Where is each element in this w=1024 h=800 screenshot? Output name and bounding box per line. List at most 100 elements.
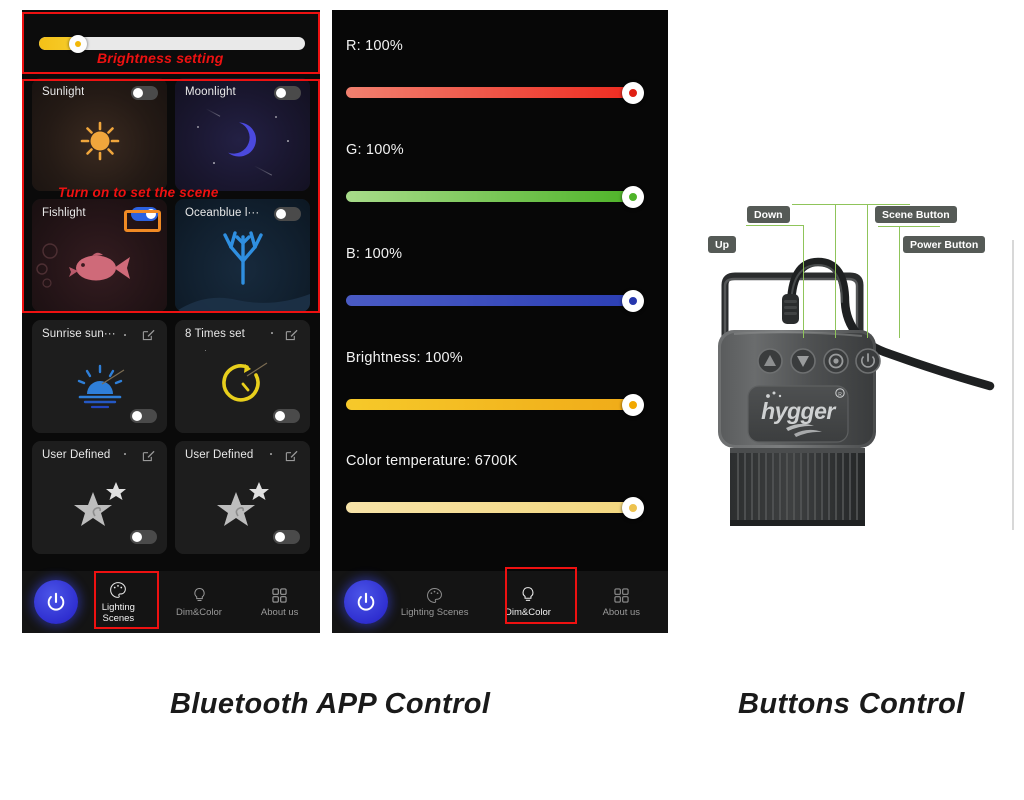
caption-buttons-control: Buttons Control — [738, 688, 965, 720]
scene-toggle-fishlight[interactable] — [131, 207, 158, 221]
edit-icon[interactable] — [142, 328, 155, 346]
toggle-knob — [131, 410, 143, 422]
scene-toggle-sunlight[interactable] — [131, 86, 158, 100]
scene-card-title: Fishlight — [42, 207, 86, 219]
card-row: Sunlight Moonlight — [22, 78, 320, 199]
star-icon — [32, 475, 167, 533]
scene-card-user-defined-1[interactable]: User Defined — [32, 441, 167, 554]
thumb-dot — [629, 297, 637, 305]
toggle-knob — [132, 87, 144, 99]
scene-card-fishlight[interactable]: Fishlight — [32, 199, 167, 312]
leader-power — [878, 226, 940, 228]
bottom-navigation-bar: Lighting Scenes Dim&Color About us — [22, 571, 320, 633]
card-row: Fishlight Oceanblue l··· — [22, 199, 320, 320]
nav-item-dim-color[interactable]: Dim&Color — [481, 571, 574, 633]
palette-icon — [427, 587, 443, 603]
scene-card-title: Sunlight — [42, 86, 85, 98]
scene-toggle-user-defined-2[interactable] — [273, 530, 300, 544]
slider-thumb-red[interactable] — [622, 82, 644, 104]
callout-up: Up — [708, 236, 736, 253]
slider-brightness[interactable] — [346, 399, 634, 410]
slider-thumb-blue[interactable] — [622, 290, 644, 312]
nav-item-label: Lighting Scenes — [101, 601, 135, 624]
nav-item-about-us[interactable]: About us — [575, 571, 668, 633]
scene-toggle-sunrise-sunset[interactable] — [130, 409, 157, 423]
scene-toggle-moonlight[interactable] — [274, 86, 301, 100]
toggle-knob — [274, 531, 286, 543]
toggle-knob — [145, 208, 157, 220]
nav-item-label: Lighting Scenes — [400, 606, 469, 618]
callout-down: Down — [747, 206, 790, 223]
nav-item-dim-color[interactable]: Dim&Color — [159, 571, 240, 633]
slider-label-blue: B: 100% — [346, 246, 403, 262]
moon-icon — [175, 112, 310, 170]
nav-item-label: Dim&Color — [176, 606, 222, 618]
toggle-knob — [274, 410, 286, 422]
slider-label-brightness: Brightness: 100% — [346, 350, 463, 366]
sun-icon — [32, 112, 167, 170]
slider-color-temperature[interactable] — [346, 502, 634, 513]
scene-card-title: Sunrise sun··· — [42, 328, 116, 340]
power-icon[interactable] — [34, 580, 78, 624]
star-icon — [175, 475, 310, 533]
scene-card-user-defined-2[interactable]: User Defined — [175, 441, 310, 554]
slider-thumb-brightness[interactable] — [622, 394, 644, 416]
power-icon[interactable] — [344, 580, 388, 624]
leader-power-v — [899, 226, 901, 338]
star-dot — [270, 453, 272, 455]
scene-card-sunrise-sunset[interactable]: Sunrise sun··· — [32, 320, 167, 433]
scene-toggle-oceanblue[interactable] — [274, 207, 301, 221]
sunrise-icon — [32, 358, 167, 416]
bottom-navigation-bar: Lighting Scenes Dim&Color About us — [332, 571, 668, 633]
edit-icon[interactable] — [142, 449, 155, 467]
nav-item-lighting-scenes[interactable]: Lighting Scenes — [388, 571, 481, 633]
slider-thumb-green[interactable] — [622, 186, 644, 208]
brightness-slider-thumb[interactable] — [69, 35, 87, 53]
grid-icon — [614, 587, 629, 603]
scene-card-grid: Sunlight Moonlight Fishlight Oceanblue l… — [22, 78, 320, 562]
nav-item-about-us[interactable]: About us — [239, 571, 320, 633]
star-dot — [124, 334, 126, 336]
slider-thumb-color-temperature[interactable] — [622, 497, 644, 519]
toggle-knob — [275, 208, 287, 220]
toggle-knob — [131, 531, 143, 543]
scene-card-title: 8 Times set — [185, 328, 245, 340]
slider-blue[interactable] — [346, 295, 634, 306]
nav-item-label: About us — [260, 606, 299, 618]
card-row: Sunrise sun··· 8 Times set — [22, 320, 320, 441]
timer-icon — [175, 354, 310, 412]
coral-icon — [175, 225, 310, 287]
leader-up-v — [803, 225, 805, 338]
slider-red[interactable] — [346, 87, 634, 98]
app-screen-lighting-scenes: Sunlight Moonlight Fishlight Oceanblue l… — [22, 10, 320, 633]
thumb-dot — [629, 401, 637, 409]
slider-label-color-temperature: Color temperature: 6700K — [346, 453, 518, 469]
fish-icon — [32, 239, 167, 297]
nav-item-label: About us — [602, 606, 641, 618]
scene-card-8-times-set[interactable]: 8 Times set — [175, 320, 310, 433]
scene-card-oceanblue[interactable]: Oceanblue l··· — [175, 199, 310, 312]
edit-icon[interactable] — [285, 328, 298, 346]
edit-icon[interactable] — [285, 449, 298, 467]
scene-card-title: Moonlight — [185, 86, 236, 98]
svg-text:hygger: hygger — [761, 398, 836, 424]
caption-bluetooth-app-control: Bluetooth APP Control — [170, 688, 491, 720]
star-dot — [124, 453, 126, 455]
scene-card-moonlight[interactable]: Moonlight — [175, 78, 310, 191]
scene-card-sunlight[interactable]: Sunlight — [32, 78, 167, 191]
bulb-icon — [522, 587, 534, 601]
leader-scene-v — [867, 204, 869, 338]
bulb-icon — [193, 587, 205, 601]
slider-green[interactable] — [346, 191, 634, 202]
annotation-brightness-setting: Brightness setting — [97, 50, 224, 66]
scene-card-title: User Defined — [185, 449, 254, 461]
scene-toggle-8-times-set[interactable] — [273, 409, 300, 423]
scene-card-title: User Defined — [42, 449, 111, 461]
palette-icon — [110, 581, 127, 598]
thumb-dot — [629, 504, 637, 512]
scene-toggle-user-defined-1[interactable] — [130, 530, 157, 544]
annotation-turn-on-scene: Turn on to set the scene — [58, 185, 219, 200]
leader-up — [746, 225, 804, 227]
nav-item-lighting-scenes[interactable]: Lighting Scenes — [78, 571, 159, 633]
slider-label-red: R: 100% — [346, 38, 404, 54]
